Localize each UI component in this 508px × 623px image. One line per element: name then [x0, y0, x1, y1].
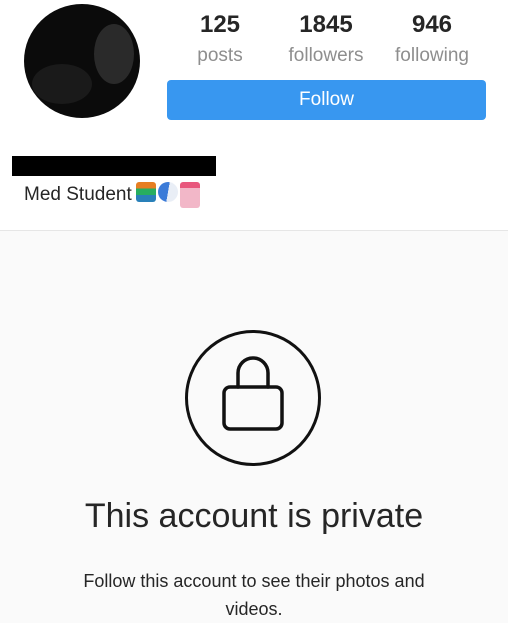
avatar[interactable] [24, 4, 140, 118]
stat-posts[interactable]: 125 posts [192, 8, 248, 70]
followers-count: 1845 [299, 11, 353, 38]
private-account-panel: This account is private Follow this acco… [0, 230, 508, 623]
following-count: 946 [411, 11, 453, 38]
avatar-shade [32, 64, 92, 104]
profile-header: 125 posts 1845 followers 946 following F… [0, 0, 508, 230]
bio-text: Med Student [24, 184, 132, 205]
redacted-name [12, 156, 216, 176]
bio-emojis [135, 178, 200, 208]
lock-circle [185, 330, 321, 466]
pill-emoji-icon [153, 178, 182, 206]
bio: Med Student [24, 178, 200, 208]
avatar-shade [94, 24, 134, 84]
stat-followers[interactable]: 1845 followers [282, 8, 370, 70]
hospital-emoji-icon [179, 182, 200, 208]
private-subtitle: Follow this account to see their photos … [83, 571, 425, 619]
follow-button[interactable]: Follow [167, 80, 486, 120]
books-emoji-icon [135, 182, 156, 202]
stat-following[interactable]: 946 following [388, 8, 476, 70]
following-label: following [395, 45, 469, 66]
posts-label: posts [197, 45, 243, 66]
followers-label: followers [288, 45, 364, 66]
posts-count: 125 [199, 11, 241, 38]
lock-icon [222, 356, 284, 431]
private-title: This account is private [84, 497, 424, 535]
